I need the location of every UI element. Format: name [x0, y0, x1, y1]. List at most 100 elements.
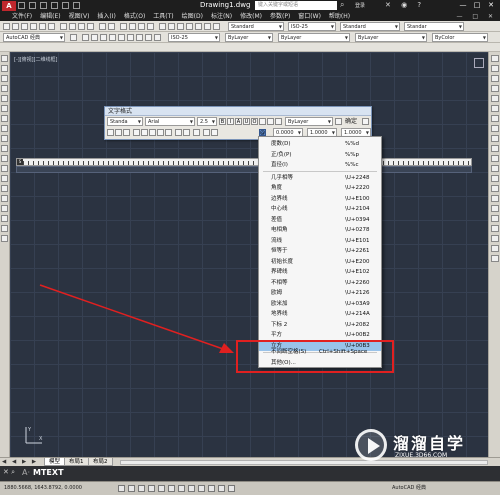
redo-icon[interactable] — [108, 23, 115, 30]
move-icon[interactable] — [491, 105, 499, 112]
menu-item-degree[interactable]: 度数(D) %%d — [259, 139, 381, 150]
copy-object-icon[interactable] — [491, 65, 499, 72]
trim-icon[interactable] — [491, 145, 499, 152]
menu-file[interactable]: 文件(F) — [8, 12, 36, 21]
menu-item-diameter[interactable]: 直径(I) %%c — [259, 160, 381, 171]
zoom-window-icon[interactable] — [138, 23, 145, 30]
justify-icon[interactable] — [115, 129, 122, 136]
symbol-button[interactable]: @ — [259, 129, 266, 136]
dim-linear-icon[interactable] — [491, 215, 499, 222]
menu-item-omega[interactable]: 欧米加 \U+03A9 — [259, 299, 381, 310]
otrack-icon[interactable] — [168, 485, 175, 492]
overline-button[interactable]: O — [251, 118, 258, 125]
plotstyle-combo[interactable]: ByColor — [432, 33, 488, 42]
menu-help[interactable]: 帮助(H) — [325, 12, 354, 21]
arc-icon[interactable] — [1, 105, 8, 112]
ducs-icon[interactable] — [178, 485, 185, 492]
grid-icon[interactable] — [128, 485, 135, 492]
region-icon[interactable] — [1, 215, 8, 222]
color-icon[interactable] — [127, 34, 134, 41]
sc-icon[interactable] — [228, 485, 235, 492]
bold-button[interactable]: B — [219, 118, 226, 125]
erase-icon[interactable] — [491, 55, 499, 62]
workspace-settings-icon[interactable] — [70, 34, 77, 41]
viewcube-icon[interactable] — [474, 58, 484, 68]
tab-layout1[interactable]: 布局1 — [64, 458, 89, 466]
point-icon[interactable] — [1, 185, 8, 192]
ruler-toggle-icon[interactable] — [335, 118, 342, 125]
rectangle-icon[interactable] — [1, 95, 8, 102]
publish-icon[interactable] — [48, 23, 55, 30]
palettes-icon[interactable] — [177, 23, 184, 30]
workspace-status[interactable]: AutoCAD 经典 — [392, 482, 426, 495]
match-icon[interactable] — [87, 23, 94, 30]
menu-item-identity[interactable]: 恒等于 \U+2261 — [259, 246, 381, 257]
snap-icon[interactable] — [118, 485, 125, 492]
command-line[interactable]: ✕ ⌕ A· MTEXT — [0, 466, 500, 481]
underline-button[interactable]: U — [243, 118, 250, 125]
cut-icon[interactable] — [60, 23, 67, 30]
text-style-combo[interactable]: Standard — [228, 22, 284, 31]
fillet-icon[interactable] — [491, 195, 499, 202]
dim-aligned-icon[interactable] — [491, 225, 499, 232]
hatch-icon[interactable] — [1, 195, 8, 202]
polygon-icon[interactable] — [1, 85, 8, 92]
menu-dimension[interactable]: 标注(N) — [207, 12, 236, 21]
lineweight-icon[interactable] — [198, 485, 205, 492]
dimstyle-combo[interactable]: ISO-25 — [168, 33, 220, 42]
break-icon[interactable] — [491, 165, 499, 172]
align-center-icon[interactable] — [141, 129, 148, 136]
layer-unisolate-icon[interactable] — [154, 34, 161, 41]
text-style-select[interactable]: Standa — [107, 117, 143, 126]
ellipse-icon[interactable] — [1, 145, 8, 152]
menu-item-delta[interactable]: 差值 \U+0394 — [259, 215, 381, 226]
osnap-icon[interactable] — [158, 485, 165, 492]
dyn-icon[interactable] — [188, 485, 195, 492]
menu-item-not-equal[interactable]: 不相等 \U+2260 — [259, 278, 381, 289]
transparency-icon[interactable] — [208, 485, 215, 492]
menu-parametric[interactable]: 参数(P) — [266, 12, 294, 21]
new-icon[interactable] — [18, 2, 25, 9]
polar-icon[interactable] — [148, 485, 155, 492]
linetype-combo[interactable]: ByLayer — [278, 33, 350, 42]
text-color-select[interactable]: ByLayer — [285, 117, 333, 126]
mdi-controls[interactable]: — □ ✕ — [456, 12, 497, 21]
distribute-icon[interactable] — [165, 129, 172, 136]
menu-item-almost-equal[interactable]: 几乎相等 \U+2248 — [259, 173, 381, 184]
align-right-icon[interactable] — [149, 129, 156, 136]
menu-window[interactable]: 窗口(W) — [294, 12, 325, 21]
close-command-icon[interactable]: ✕ ⌕ — [3, 468, 15, 477]
lineweight-combo[interactable]: ByLayer — [355, 33, 427, 42]
mtext-icon[interactable] — [1, 235, 8, 242]
zoom-icon[interactable] — [129, 23, 136, 30]
align-left-icon[interactable] — [133, 129, 140, 136]
signin-link[interactable]: 登录 — [355, 2, 365, 9]
insert-field-icon[interactable] — [193, 129, 200, 136]
copy-icon[interactable] — [69, 23, 76, 30]
calculator-icon[interactable] — [204, 23, 211, 30]
dim-style-combo[interactable]: ISO-25 — [288, 22, 336, 31]
revcloud-icon[interactable] — [1, 125, 8, 132]
menu-format[interactable]: 格式(O) — [120, 12, 149, 21]
redo-icon[interactable] — [62, 2, 69, 9]
text-height-select[interactable]: 2.5 — [197, 117, 217, 126]
designcenter-icon[interactable] — [168, 23, 175, 30]
mtext-ruler[interactable]: S — [16, 158, 472, 166]
line-icon[interactable] — [1, 55, 8, 62]
freeze-icon[interactable] — [109, 34, 116, 41]
layer-state-icon[interactable] — [91, 34, 98, 41]
scale-icon[interactable] — [491, 125, 499, 132]
pan-icon[interactable] — [120, 23, 127, 30]
insert-block-icon[interactable] — [1, 165, 8, 172]
menu-item-flow-line[interactable]: 流线 \U+E101 — [259, 236, 381, 247]
preview-icon[interactable] — [39, 23, 46, 30]
tab-model[interactable]: 模型 — [44, 458, 66, 466]
dim-angular-icon[interactable] — [491, 255, 499, 262]
uppercase-icon[interactable] — [203, 129, 210, 136]
mleader-style-combo[interactable]: Standar — [404, 22, 464, 31]
menu-edit[interactable]: 编辑(E) — [36, 12, 64, 21]
table-style-combo[interactable]: Standard — [340, 22, 400, 31]
open-icon[interactable] — [12, 23, 19, 30]
explode-icon[interactable] — [491, 205, 499, 212]
search-input[interactable]: 键入关键字或短语 — [255, 1, 337, 10]
